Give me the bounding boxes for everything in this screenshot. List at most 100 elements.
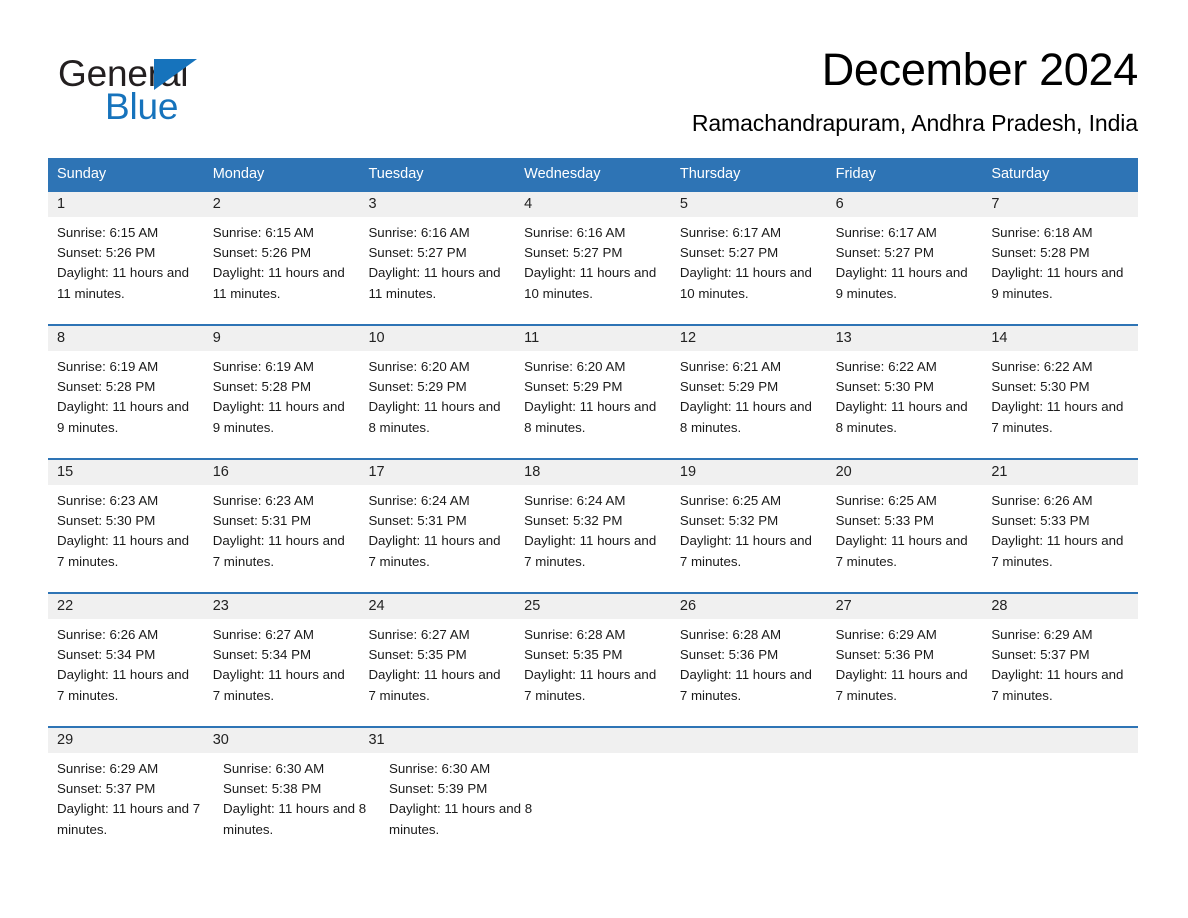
day-detail: Sunrise: 6:27 AM Sunset: 5:35 PM Dayligh… — [368, 627, 501, 703]
week-row: 1 2 3 4 5 6 7 Sunrise: 6:15 AM Sunset: 5… — [48, 190, 1138, 324]
day-detail-empty — [546, 753, 694, 860]
weekday-header-saturday: Saturday — [991, 166, 1050, 182]
day-number[interactable]: 1 — [48, 192, 204, 217]
day-detail-band: Sunrise: 6:19 AM Sunset: 5:28 PM Dayligh… — [48, 351, 1138, 458]
day-number[interactable]: 9 — [204, 326, 360, 351]
day-number-band: 29 30 31 — [48, 728, 1138, 753]
day-detail-band: Sunrise: 6:23 AM Sunset: 5:30 PM Dayligh… — [48, 485, 1138, 592]
day-detail: Sunrise: 6:20 AM Sunset: 5:29 PM Dayligh… — [524, 359, 657, 435]
day-detail: Sunrise: 6:29 AM Sunset: 5:37 PM Dayligh… — [57, 761, 201, 837]
day-number[interactable]: 4 — [515, 192, 671, 217]
day-number-empty — [671, 728, 827, 753]
day-detail: Sunrise: 6:29 AM Sunset: 5:37 PM Dayligh… — [991, 627, 1124, 703]
day-detail: Sunrise: 6:24 AM Sunset: 5:32 PM Dayligh… — [524, 493, 657, 569]
day-number[interactable]: 24 — [359, 594, 515, 619]
day-detail: Sunrise: 6:17 AM Sunset: 5:27 PM Dayligh… — [679, 225, 812, 301]
day-detail: Sunrise: 6:29 AM Sunset: 5:36 PM Dayligh… — [835, 627, 968, 703]
day-number[interactable]: 22 — [48, 594, 204, 619]
day-detail: Sunrise: 6:28 AM Sunset: 5:35 PM Dayligh… — [524, 627, 657, 703]
day-detail: Sunrise: 6:25 AM Sunset: 5:33 PM Dayligh… — [835, 493, 968, 569]
day-detail: Sunrise: 6:19 AM Sunset: 5:28 PM Dayligh… — [57, 359, 190, 435]
day-detail: Sunrise: 6:16 AM Sunset: 5:27 PM Dayligh… — [524, 225, 657, 301]
day-number[interactable]: 26 — [671, 594, 827, 619]
generalblue-logo: General Blue — [58, 52, 288, 128]
weekday-header-thursday: Thursday — [679, 166, 741, 182]
day-number-empty — [982, 728, 1138, 753]
day-detail: Sunrise: 6:27 AM Sunset: 5:34 PM Dayligh… — [212, 627, 345, 703]
weekday-header-tuesday: Tuesday — [368, 166, 424, 182]
day-detail-empty — [842, 753, 990, 860]
day-number[interactable]: 31 — [359, 728, 515, 753]
day-number[interactable]: 8 — [48, 326, 204, 351]
day-detail: Sunrise: 6:30 AM Sunset: 5:38 PM Dayligh… — [223, 761, 367, 837]
day-number[interactable]: 7 — [982, 192, 1138, 217]
day-number[interactable]: 23 — [204, 594, 360, 619]
day-number[interactable]: 5 — [671, 192, 827, 217]
day-number[interactable]: 17 — [359, 460, 515, 485]
day-detail: Sunrise: 6:26 AM Sunset: 5:34 PM Dayligh… — [57, 627, 190, 703]
week-row: 15 16 17 18 19 20 21 Sunrise: 6:23 AM Su… — [48, 458, 1138, 592]
logo-text-blue: Blue — [105, 86, 179, 127]
day-detail: Sunrise: 6:23 AM Sunset: 5:30 PM Dayligh… — [57, 493, 190, 569]
calendar-page: General Blue December 2024 Ramachandrapu… — [0, 0, 1188, 918]
day-detail-empty — [990, 753, 1138, 860]
weekday-header-wednesday: Wednesday — [524, 166, 601, 182]
day-number[interactable]: 10 — [359, 326, 515, 351]
day-detail: Sunrise: 6:18 AM Sunset: 5:28 PM Dayligh… — [991, 225, 1124, 301]
weekday-header-row: Sunday Monday Tuesday Wednesday Thursday… — [48, 158, 1138, 190]
day-detail: Sunrise: 6:22 AM Sunset: 5:30 PM Dayligh… — [835, 359, 968, 435]
page-title: December 2024 — [821, 44, 1139, 95]
day-number[interactable]: 3 — [359, 192, 515, 217]
calendar-grid: Sunday Monday Tuesday Wednesday Thursday… — [48, 158, 1138, 860]
day-detail: Sunrise: 6:17 AM Sunset: 5:27 PM Dayligh… — [835, 225, 968, 301]
day-number-band: 22 23 24 25 26 27 28 — [48, 594, 1138, 619]
day-detail: Sunrise: 6:22 AM Sunset: 5:30 PM Dayligh… — [991, 359, 1124, 435]
day-number[interactable]: 18 — [515, 460, 671, 485]
day-detail: Sunrise: 6:26 AM Sunset: 5:33 PM Dayligh… — [991, 493, 1124, 569]
day-number[interactable]: 30 — [204, 728, 360, 753]
day-detail: Sunrise: 6:19 AM Sunset: 5:28 PM Dayligh… — [212, 359, 345, 435]
location-subtitle: Ramachandrapuram, Andhra Pradesh, India — [691, 110, 1138, 136]
week-row: 22 23 24 25 26 27 28 Sunrise: 6:26 AM Su… — [48, 592, 1138, 726]
day-number[interactable]: 16 — [204, 460, 360, 485]
day-detail: Sunrise: 6:15 AM Sunset: 5:26 PM Dayligh… — [212, 225, 345, 301]
day-number[interactable]: 27 — [827, 594, 983, 619]
week-row: 29 30 31 Sunrise: 6:29 AM Sunset: 5:37 P… — [48, 726, 1138, 860]
day-detail: Sunrise: 6:28 AM Sunset: 5:36 PM Dayligh… — [679, 627, 812, 703]
day-number[interactable]: 29 — [48, 728, 204, 753]
day-number[interactable]: 15 — [48, 460, 204, 485]
day-detail: Sunrise: 6:20 AM Sunset: 5:29 PM Dayligh… — [368, 359, 501, 435]
day-number[interactable]: 14 — [982, 326, 1138, 351]
day-number[interactable]: 20 — [827, 460, 983, 485]
day-number-band: 8 9 10 11 12 13 14 — [48, 326, 1138, 351]
day-number-empty — [515, 728, 671, 753]
day-number[interactable]: 19 — [671, 460, 827, 485]
day-detail-empty — [694, 753, 842, 860]
day-number-band: 1 2 3 4 5 6 7 — [48, 192, 1138, 217]
day-number[interactable]: 6 — [827, 192, 983, 217]
day-detail: Sunrise: 6:25 AM Sunset: 5:32 PM Dayligh… — [679, 493, 812, 569]
day-number[interactable]: 2 — [204, 192, 360, 217]
day-number-band: 15 16 17 18 19 20 21 — [48, 460, 1138, 485]
day-number[interactable]: 12 — [671, 326, 827, 351]
day-detail: Sunrise: 6:16 AM Sunset: 5:27 PM Dayligh… — [368, 225, 501, 301]
weekday-header-friday: Friday — [835, 166, 876, 182]
day-detail-band: Sunrise: 6:15 AM Sunset: 5:26 PM Dayligh… — [48, 217, 1138, 324]
day-detail-band: Sunrise: 6:29 AM Sunset: 5:37 PM Dayligh… — [48, 753, 1138, 860]
title-block: December 2024 Ramachandrapuram, Andhra P… — [692, 42, 1138, 138]
page-header: General Blue December 2024 Ramachandrapu… — [0, 0, 1188, 152]
week-row: 8 9 10 11 12 13 14 Sunrise: 6:19 AM Suns… — [48, 324, 1138, 458]
day-detail: Sunrise: 6:24 AM Sunset: 5:31 PM Dayligh… — [368, 493, 501, 569]
day-number[interactable]: 25 — [515, 594, 671, 619]
day-number[interactable]: 28 — [982, 594, 1138, 619]
day-number-empty — [827, 728, 983, 753]
day-number[interactable]: 21 — [982, 460, 1138, 485]
day-detail: Sunrise: 6:15 AM Sunset: 5:26 PM Dayligh… — [57, 225, 190, 301]
weekday-header-sunday: Sunday — [57, 166, 107, 182]
day-detail: Sunrise: 6:21 AM Sunset: 5:29 PM Dayligh… — [679, 359, 812, 435]
weekday-header-monday: Monday — [212, 166, 265, 182]
day-detail: Sunrise: 6:30 AM Sunset: 5:39 PM Dayligh… — [389, 761, 533, 837]
day-number[interactable]: 11 — [515, 326, 671, 351]
day-detail: Sunrise: 6:23 AM Sunset: 5:31 PM Dayligh… — [212, 493, 345, 569]
day-number[interactable]: 13 — [827, 326, 983, 351]
